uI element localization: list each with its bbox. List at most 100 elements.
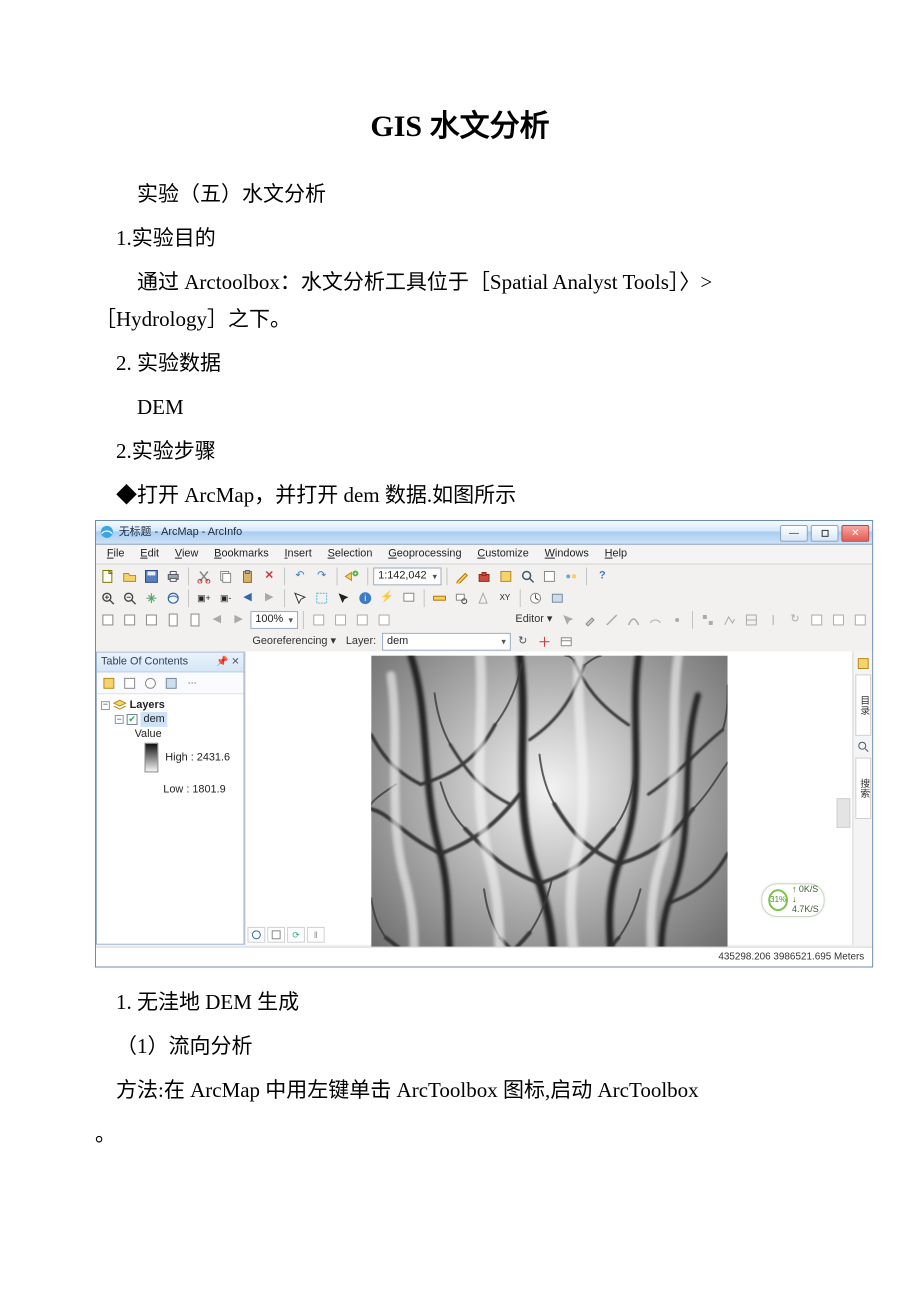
map-scrollbar[interactable] bbox=[837, 799, 851, 829]
redo-button[interactable]: ↷ bbox=[312, 567, 332, 587]
next-extent-button[interactable]: ▶ bbox=[259, 589, 279, 609]
dd-prev-button[interactable] bbox=[331, 610, 351, 630]
catalog-rail-tab[interactable]: 目录 bbox=[855, 675, 871, 736]
select-elements-button[interactable] bbox=[334, 589, 354, 609]
create-viewer-button[interactable] bbox=[547, 589, 567, 609]
layout-zoom-out-button[interactable] bbox=[120, 610, 140, 630]
trace-button[interactable] bbox=[645, 610, 665, 630]
split-button[interactable] bbox=[763, 610, 783, 630]
tree-collapse-icon-2[interactable]: − bbox=[115, 715, 124, 724]
edit-annotation-button[interactable] bbox=[580, 610, 600, 630]
catalog-button[interactable] bbox=[496, 567, 516, 587]
layout-pan-button[interactable] bbox=[142, 610, 162, 630]
refresh-view-button[interactable]: ⟳ bbox=[287, 927, 305, 943]
menu-edit[interactable]: Edit bbox=[133, 545, 166, 565]
find-button[interactable] bbox=[451, 589, 471, 609]
python-button[interactable] bbox=[540, 567, 560, 587]
layout-zoom-in-button[interactable] bbox=[98, 610, 118, 630]
time-slider-button[interactable] bbox=[526, 589, 546, 609]
layer-dem[interactable]: dem bbox=[141, 713, 168, 727]
identify-button[interactable]: i bbox=[355, 589, 375, 609]
dd-next-button[interactable] bbox=[352, 610, 372, 630]
arc-segment-button[interactable] bbox=[624, 610, 644, 630]
toc-list-by-drawing-button[interactable] bbox=[99, 673, 119, 693]
toc-options-button[interactable]: ⋯ bbox=[182, 673, 202, 693]
editor-toolbar-btn[interactable] bbox=[453, 567, 473, 587]
pause-drawing-button[interactable]: ‖ bbox=[307, 927, 325, 943]
tree-collapse-icon[interactable]: − bbox=[101, 701, 110, 710]
menu-bookmarks[interactable]: Bookmarks bbox=[207, 545, 275, 565]
menu-geoprocessing[interactable]: Geoprocessing bbox=[381, 545, 468, 565]
cut-polygons-button[interactable] bbox=[741, 610, 761, 630]
map-scale-combo[interactable]: 1:142,042 bbox=[373, 568, 442, 586]
toolbox-button[interactable] bbox=[475, 567, 495, 587]
help-button[interactable]: ? bbox=[592, 567, 612, 587]
paste-button[interactable] bbox=[238, 567, 258, 587]
menu-insert[interactable]: Insert bbox=[278, 545, 319, 565]
dd-first-button[interactable] bbox=[309, 610, 329, 630]
point-button[interactable] bbox=[667, 610, 687, 630]
search-button[interactable] bbox=[518, 567, 538, 587]
html-popup-button[interactable] bbox=[399, 589, 419, 609]
rotate-button[interactable]: ↻ bbox=[785, 610, 805, 630]
layer-visibility-checkbox[interactable]: ✔ bbox=[127, 714, 138, 725]
sketch-properties-button[interactable] bbox=[829, 610, 849, 630]
model-builder-button[interactable] bbox=[562, 567, 582, 587]
layers-label[interactable]: Layers bbox=[130, 699, 165, 713]
open-button[interactable] bbox=[120, 567, 140, 587]
fixed-zoom-in-button[interactable]: ▣+ bbox=[194, 589, 214, 609]
clear-selection-button[interactable] bbox=[312, 589, 332, 609]
edit-tool-button[interactable] bbox=[558, 610, 578, 630]
delete-button[interactable]: ✕ bbox=[259, 567, 279, 587]
catalog-rail-icon[interactable] bbox=[855, 656, 871, 672]
attributes-button[interactable] bbox=[807, 610, 827, 630]
zoom-in-button[interactable] bbox=[98, 589, 118, 609]
toc-list-by-source-button[interactable] bbox=[120, 673, 140, 693]
hyperlink-button[interactable]: ⚡ bbox=[377, 589, 397, 609]
straight-segment-button[interactable] bbox=[602, 610, 622, 630]
minimize-button[interactable]: — bbox=[780, 525, 808, 542]
layout-next-button[interactable]: ▶ bbox=[229, 610, 249, 630]
menu-view[interactable]: View bbox=[168, 545, 205, 565]
menu-customize[interactable]: Customize bbox=[470, 545, 535, 565]
menu-help[interactable]: Help bbox=[598, 545, 634, 565]
georef-layer-combo[interactable]: dem bbox=[382, 633, 511, 651]
select-features-button[interactable] bbox=[290, 589, 310, 609]
georef-rotate-button[interactable]: ↻ bbox=[513, 632, 533, 652]
georef-view-link-button[interactable] bbox=[556, 632, 576, 652]
find-route-button[interactable] bbox=[473, 589, 493, 609]
toc-list-by-visibility-button[interactable] bbox=[141, 673, 161, 693]
layout-100-button[interactable] bbox=[185, 610, 205, 630]
new-button[interactable] bbox=[98, 567, 118, 587]
close-button[interactable]: ✕ bbox=[841, 525, 869, 542]
go-to-xy-button[interactable]: XY bbox=[495, 589, 515, 609]
cut-button[interactable] bbox=[194, 567, 214, 587]
maximize-button[interactable] bbox=[811, 525, 839, 542]
layout-zoom-combo[interactable]: 100% bbox=[250, 611, 298, 629]
editor-dropdown[interactable]: Editor ▾ bbox=[511, 611, 556, 631]
data-view-button[interactable] bbox=[247, 927, 265, 943]
print-button[interactable] bbox=[163, 567, 183, 587]
menu-windows[interactable]: Windows bbox=[538, 545, 596, 565]
measure-button[interactable] bbox=[430, 589, 450, 609]
georeferencing-dropdown[interactable]: Georeferencing ▾ bbox=[248, 632, 339, 652]
full-extent-button[interactable] bbox=[163, 589, 183, 609]
map-canvas[interactable]: ⟳ ‖ 31% ↑ 0K/S ↓ 4.7K/S bbox=[244, 652, 852, 945]
save-button[interactable] bbox=[142, 567, 162, 587]
undo-button[interactable]: ↶ bbox=[290, 567, 310, 587]
layout-view-button[interactable] bbox=[267, 927, 285, 943]
edit-vertices-button[interactable] bbox=[698, 610, 718, 630]
dd-last-button[interactable] bbox=[374, 610, 394, 630]
search-rail-tab[interactable]: 搜索 bbox=[855, 758, 871, 819]
create-features-button[interactable] bbox=[850, 610, 870, 630]
add-data-button[interactable]: + bbox=[343, 567, 363, 587]
fixed-zoom-out-button[interactable]: ▣- bbox=[216, 589, 236, 609]
georef-add-cp-button[interactable] bbox=[535, 632, 555, 652]
zoom-out-button[interactable] bbox=[120, 589, 140, 609]
menu-selection[interactable]: Selection bbox=[321, 545, 380, 565]
toc-list-by-selection-button[interactable] bbox=[161, 673, 181, 693]
pan-button[interactable] bbox=[142, 589, 162, 609]
layout-whole-page-button[interactable] bbox=[163, 610, 183, 630]
reshape-button[interactable] bbox=[720, 610, 740, 630]
copy-button[interactable] bbox=[216, 567, 236, 587]
